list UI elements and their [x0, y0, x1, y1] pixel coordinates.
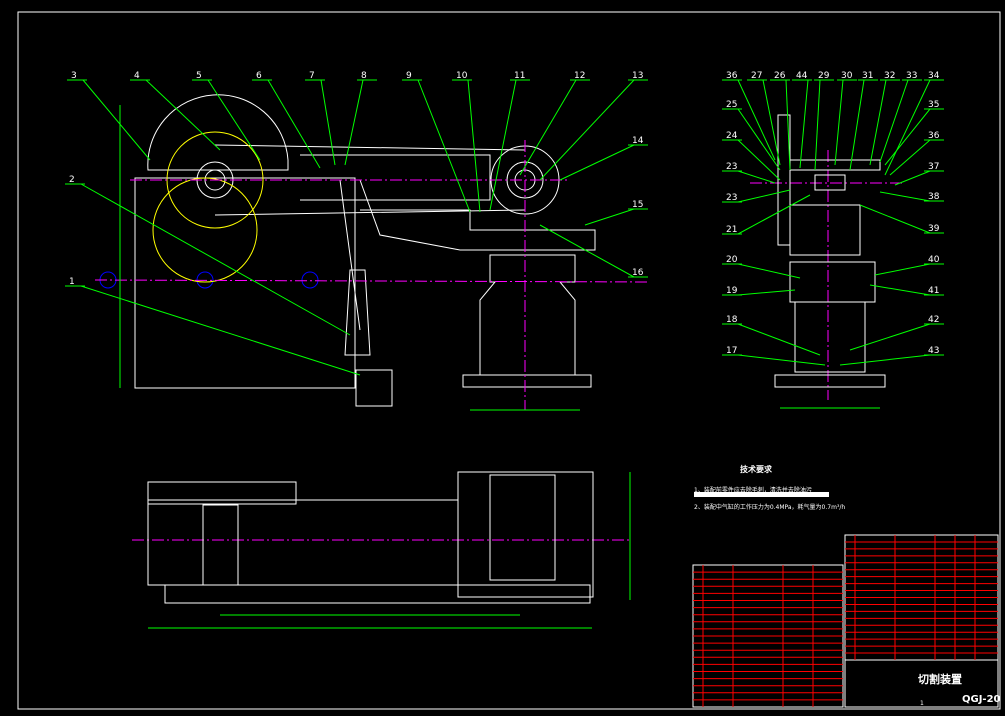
front-part-leader: [519, 79, 577, 176]
front-part-label: 8: [361, 71, 367, 81]
side-part-label: 26: [774, 71, 786, 81]
side-part-label: 41: [928, 286, 939, 296]
front-part-label: 10: [456, 71, 468, 81]
side-part-label: 44: [796, 71, 808, 81]
side-part-label: 20: [726, 255, 738, 265]
side-part-label: 27: [751, 71, 762, 81]
side-part-leader: [839, 354, 931, 366]
front-part-leader: [267, 79, 321, 169]
side-part-leader: [814, 79, 821, 171]
side-part-label: 39: [928, 224, 940, 234]
front-part-leader: [320, 79, 336, 166]
front-part-leader: [417, 79, 471, 213]
front-part-label: 3: [71, 71, 77, 81]
front-part-label: 2: [69, 175, 75, 185]
side-part-leader: [849, 79, 865, 171]
front-part-label: 7: [309, 71, 315, 81]
side-part-label: 31: [862, 71, 873, 81]
side-part-leader: [737, 323, 821, 356]
side-part-label: 24: [726, 131, 738, 141]
tech-requirement-2: 2、装配中气缸的工作压力为0.4MPa，耗气量为0.7m³/h: [694, 504, 846, 511]
side-part-leader: [849, 323, 931, 351]
front-part-leader: [467, 79, 481, 213]
front-part-label: 4: [134, 71, 140, 81]
front-part-leader: [344, 79, 364, 166]
side-part-leader: [737, 108, 781, 171]
side-part-leader: [874, 263, 931, 276]
side-part-leader: [737, 289, 796, 296]
front-part-leader: [489, 79, 517, 211]
centerlines: [94, 140, 905, 541]
side-part-label: 23: [726, 193, 737, 203]
cad-drawing: 3 4 5 6 7 8 9 10 11 12 13 14 2 15 16 1 36 27 26 44 29 30 31 32 3…: [0, 0, 1005, 716]
side-part-leader: [799, 79, 809, 169]
front-part-leader: [539, 224, 635, 278]
front-part-label: 12: [574, 71, 585, 81]
title-block-code: QGJ-20: [962, 694, 1001, 705]
side-part-label: 40: [928, 255, 940, 265]
side-part-leader: [737, 189, 791, 203]
front-part-leader: [80, 285, 361, 376]
front-part-label: 5: [196, 71, 202, 81]
side-part-label: 21: [726, 225, 737, 235]
side-part-leader: [737, 263, 801, 279]
side-part-leader: [737, 354, 826, 366]
side-part-label: 36: [726, 71, 738, 81]
side-part-label: 25: [726, 100, 737, 110]
front-part-leader: [207, 79, 261, 161]
front-part-label: 11: [514, 71, 525, 81]
side-part-label: 42: [928, 315, 939, 325]
side-part-leader: [785, 79, 791, 171]
hidden-circles: [152, 131, 264, 283]
side-part-leader: [737, 79, 776, 161]
side-part-label: 17: [726, 346, 737, 356]
front-part-label: 16: [632, 268, 644, 278]
side-part-leader: [879, 79, 909, 163]
title-block-name: 切割装置: [918, 673, 962, 686]
front-part-leader: [145, 79, 221, 151]
side-part-label: 23: [726, 162, 737, 172]
side-part-label: 35: [928, 100, 939, 110]
front-part-leader: [539, 79, 635, 181]
tech-requirements-title: 技术要求: [740, 465, 772, 474]
front-part-label: 15: [632, 200, 643, 210]
side-part-label: 33: [906, 71, 917, 81]
drawing-canvas: 3 4 5 6 7 8 9 10 11 12 131421516136 27 26 44 29 30 31 32 3…: [17, 11, 1001, 710]
side-part-label: 30: [841, 71, 853, 81]
side-part-label: 38: [928, 192, 940, 202]
side-part-label: 34: [928, 71, 940, 81]
side-part-leader: [859, 204, 931, 234]
side-part-leader: [869, 284, 931, 296]
side-part-label: 37: [928, 162, 939, 172]
part-labels: 3 4 5 6 7 8 9 10 11 12 131421516136 27 26 44 29 30 31 32 3…: [69, 71, 940, 356]
front-part-leader: [82, 79, 151, 161]
side-part-label: 29: [818, 71, 830, 81]
side-part-leader: [884, 108, 931, 166]
side-part-label: 32: [884, 71, 895, 81]
side-part-leader: [834, 79, 844, 166]
top-view: [147, 471, 594, 604]
leader-lines: [65, 79, 944, 376]
front-part-label: 14: [632, 136, 644, 146]
side-view: [774, 114, 886, 388]
front-part-leader: [559, 144, 635, 181]
sheet-number: 1: [920, 700, 924, 707]
side-part-label: 43: [928, 346, 939, 356]
side-part-label: 19: [726, 286, 738, 296]
front-part-leader: [584, 208, 635, 226]
side-part-label: 18: [726, 315, 738, 325]
front-part-label: 1: [69, 277, 75, 287]
tech-requirement-1: 1、装配前零件应去除毛刺，清洗并去除油污: [694, 487, 812, 494]
side-part-leader: [737, 170, 776, 184]
front-part-label: 6: [256, 71, 262, 81]
side-part-leader: [894, 170, 931, 186]
side-part-leader: [737, 194, 811, 235]
side-part-leader: [889, 139, 931, 176]
side-part-leader: [879, 191, 931, 202]
front-part-label: 9: [406, 71, 412, 81]
front-part-label: 13: [632, 71, 643, 81]
front-part-leader: [80, 183, 351, 336]
side-part-label: 36: [928, 131, 940, 141]
front-view: [99, 94, 596, 407]
